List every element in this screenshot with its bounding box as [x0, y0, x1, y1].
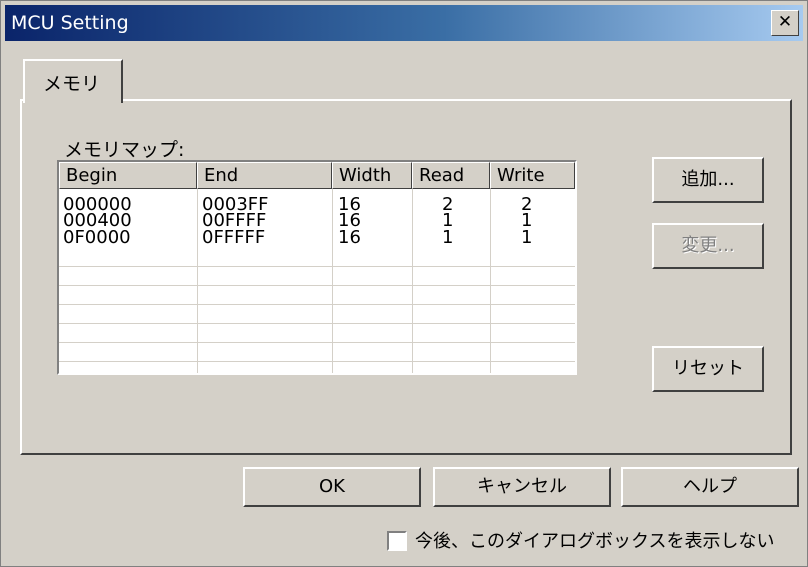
cancel-button-label: キャンセル — [477, 476, 567, 497]
ok-button[interactable]: OK — [243, 467, 421, 507]
memory-map-table[interactable]: Begin End Width Read Write 000000 0003FF… — [57, 160, 577, 375]
window-title: MCU Setting — [11, 12, 129, 34]
empty-row — [59, 267, 575, 286]
column-header-begin[interactable]: Begin — [59, 162, 197, 189]
cell-end: 0FFFFF — [202, 227, 266, 248]
column-header-width[interactable]: Width — [332, 162, 412, 189]
column-header-read[interactable]: Read — [412, 162, 490, 189]
change-button-label: 変更... — [681, 235, 735, 256]
help-button[interactable]: ヘルプ — [621, 467, 799, 507]
tab-memory[interactable]: メモリ — [23, 59, 123, 103]
title-bar[interactable]: MCU Setting ✕ — [5, 5, 803, 41]
add-button[interactable]: 追加... — [652, 157, 764, 203]
cell-write: 1 — [521, 227, 533, 248]
mcu-setting-dialog: MCU Setting ✕ メモリ メモリマップ: Begin End Widt… — [0, 0, 808, 567]
cell-begin: 0F0000 — [63, 227, 131, 248]
cell-read: 1 — [442, 227, 454, 248]
add-button-label: 追加... — [681, 169, 735, 190]
help-button-label: ヘルプ — [683, 476, 737, 497]
table-header: Begin End Width Read Write — [59, 162, 575, 189]
dont-show-label[interactable]: 今後、このダイアログボックスを表示しない — [415, 527, 774, 553]
memory-map-label: メモリマップ: — [64, 139, 185, 161]
empty-row — [59, 343, 575, 362]
empty-row — [59, 324, 575, 343]
empty-row — [59, 286, 575, 305]
ok-button-label: OK — [319, 476, 345, 497]
cancel-button[interactable]: キャンセル — [433, 467, 611, 507]
empty-row — [59, 248, 575, 267]
column-header-write[interactable]: Write — [490, 162, 575, 189]
reset-button-label: リセット — [672, 358, 744, 379]
close-icon: ✕ — [777, 12, 793, 32]
change-button[interactable]: 変更... — [652, 223, 764, 269]
tab-memory-label: メモリ — [43, 73, 101, 95]
column-header-end[interactable]: End — [197, 162, 332, 189]
close-button[interactable]: ✕ — [771, 10, 799, 36]
empty-row — [59, 305, 575, 324]
cell-width: 16 — [338, 227, 361, 248]
dont-show-checkbox[interactable] — [387, 531, 407, 551]
reset-button[interactable]: リセット — [652, 346, 764, 392]
